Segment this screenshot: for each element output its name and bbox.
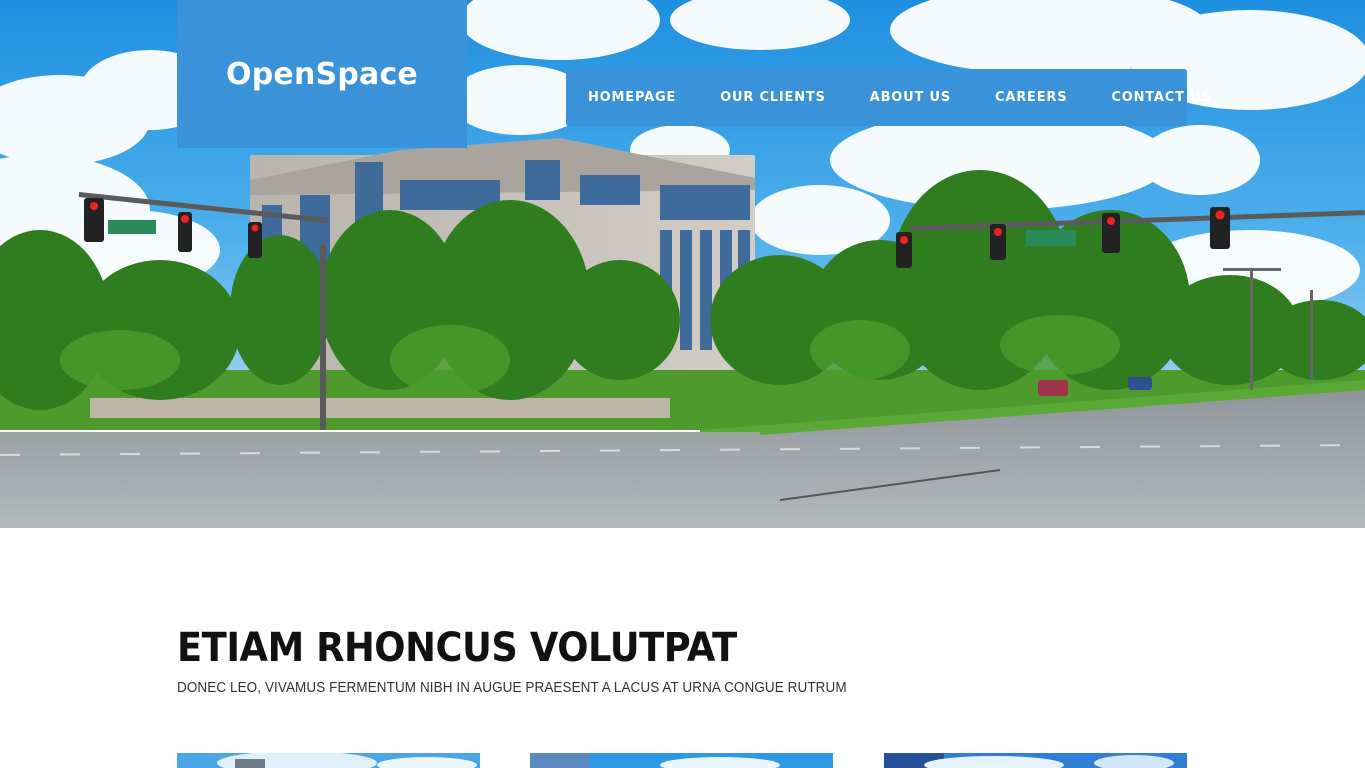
site-logo[interactable]: OpenSpace (177, 0, 467, 148)
feature-thumbnail-3[interactable] (884, 753, 1187, 768)
nav-our-clients[interactable]: OUR CLIENTS (720, 90, 826, 105)
intro-section: ETIAM RHONCUS VOLUTPAT DONEC LEO, VIVAMU… (177, 622, 1187, 696)
intro-subheadline: DONEC LEO, VIVAMUS FERMENTUM NIBH IN AUG… (177, 680, 847, 696)
nav-careers[interactable]: CAREERS (995, 90, 1067, 105)
feature-thumbnail-2[interactable] (530, 753, 833, 768)
hero-banner: OpenSpace HOMEPAGE OUR CLIENTS ABOUT US … (0, 0, 1365, 528)
feature-thumbnail-1[interactable] (177, 753, 480, 768)
main-navigation: HOMEPAGE OUR CLIENTS ABOUT US CAREERS CO… (566, 69, 1211, 126)
intro-headline: ETIAM RHONCUS VOLUTPAT (177, 625, 737, 671)
nav-about-us[interactable]: ABOUT US (870, 90, 951, 105)
nav-contact-us[interactable]: CONTACT US (1111, 90, 1211, 105)
nav-homepage[interactable]: HOMEPAGE (588, 90, 676, 105)
feature-thumbnails (0, 753, 1365, 768)
logo-text: OpenSpace (226, 56, 418, 92)
